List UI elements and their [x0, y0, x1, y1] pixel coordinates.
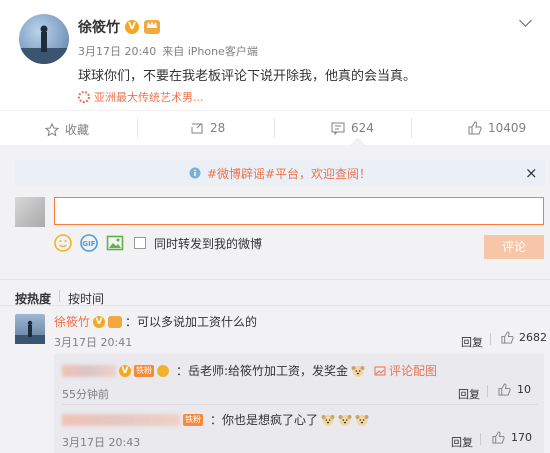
reply-like-button[interactable]: 170 [492, 431, 532, 444]
comment-count: 624 [351, 121, 374, 135]
topic-icon [78, 91, 90, 103]
tab-separator [59, 290, 60, 302]
favorite-button[interactable]: 收藏 [45, 121, 89, 138]
repost-count: 28 [210, 121, 226, 135]
divider [0, 279, 550, 280]
image-icon[interactable] [106, 234, 124, 252]
chevron-down-icon [519, 14, 532, 27]
separator [490, 333, 491, 345]
fan-badge: 铁粉 [134, 364, 154, 377]
emoji-icon[interactable] [54, 234, 72, 252]
verified-v-badge: V [125, 20, 139, 34]
comment-time: 3月17日 20:41 [54, 336, 133, 349]
info-icon [189, 167, 201, 179]
rumor-notice-bar: #微博辟谣#平台，欢迎查阅！ [15, 160, 545, 186]
level-badge-icon [157, 364, 169, 377]
dog-emoji-icon [321, 414, 335, 426]
reply-time: 3月17日 20:43 [62, 436, 141, 449]
avatar-image [15, 320, 45, 344]
comment-reply-button[interactable]: 回复 [461, 334, 483, 350]
thumbs-up-icon [468, 121, 482, 135]
comment-icon [331, 122, 345, 135]
rumor-notice-text[interactable]: #微博辟谣#平台，欢迎查阅！ [207, 165, 371, 182]
post-content: 球球你们，不要在我老板评论下说开除我，他真的会当真。 [78, 69, 417, 84]
reply-time: 55分钟前 [62, 388, 109, 401]
reply-like-count: 10 [517, 383, 531, 396]
reply-reply-button[interactable]: 回复 [458, 386, 480, 402]
post-author-name[interactable]: 徐筱竹 [78, 17, 120, 37]
crown-badge [144, 20, 160, 34]
separator [480, 433, 481, 445]
thumbs-up-icon [492, 431, 505, 444]
my-avatar [15, 197, 45, 227]
repost-button[interactable]: 28 [190, 121, 225, 135]
comment-image-link[interactable]: 评论配图 [389, 362, 437, 379]
comment-body: 徐筱竹 V ：可以多说加工资什么的 [54, 313, 257, 330]
thumbs-up-icon [498, 383, 511, 396]
image-link-icon [374, 366, 386, 375]
verified-v-badge: V [119, 364, 131, 377]
submit-comment-button[interactable]: 评论 [484, 235, 544, 259]
topic-link[interactable]: 亚洲最大传统艺术男... [94, 89, 204, 105]
divider [0, 305, 550, 306]
reply-like-button[interactable]: 10 [498, 383, 531, 396]
gif-icon[interactable]: GIF [80, 234, 98, 252]
repost-checkbox-label: 同时转发到我的微博 [154, 236, 263, 251]
like-count: 10409 [488, 121, 527, 135]
blurred-username[interactable] [62, 364, 116, 377]
reply-body: V 铁粉 ：岳老师:给筱竹加工资，发奖金 评论配图 [62, 362, 437, 379]
fan-badge: 铁粉 [183, 413, 203, 426]
dog-emoji-icon [338, 414, 352, 426]
reply-like-count: 170 [511, 431, 532, 444]
avatar-image [19, 25, 69, 64]
commenter-avatar[interactable] [15, 314, 45, 344]
reply-text: ：岳老师:给筱竹加工资，发奖金 [176, 364, 349, 378]
divider [62, 404, 538, 405]
thumbs-up-icon [501, 331, 514, 344]
blurred-username[interactable] [62, 413, 180, 426]
close-icon[interactable]: × [525, 164, 538, 182]
comment-author[interactable]: 徐筱竹 [54, 313, 90, 330]
favorite-label: 收藏 [65, 123, 90, 137]
comment-text: ：可以多说加工资什么的 [125, 315, 258, 329]
post-time[interactable]: 3月17日 20:40 [78, 43, 156, 59]
dog-emoji-icon [351, 365, 365, 377]
verified-v-badge: V [93, 315, 106, 328]
star-icon [45, 122, 59, 137]
dog-emoji-icon [355, 414, 369, 426]
reply-text: ：你也是想疯了心了 [210, 413, 319, 427]
more-options-button[interactable] [519, 14, 532, 27]
repost-checkbox[interactable] [134, 237, 146, 249]
crown-icon [108, 315, 123, 328]
comment-like-count: 2682 [519, 331, 547, 344]
post-source: 来自 iPhone客户端 [162, 45, 258, 58]
comment-input[interactable] [54, 197, 544, 225]
reply-body: 铁粉 ：你也是想疯了心了 [62, 411, 369, 428]
author-avatar[interactable] [19, 14, 69, 64]
crown-icon [147, 21, 157, 28]
svg-text:GIF: GIF [82, 240, 95, 248]
comment-button[interactable]: 624 [331, 121, 374, 135]
repost-icon [191, 123, 203, 134]
reply-reply-button[interactable]: 回复 [451, 434, 473, 450]
comment-like-button[interactable]: 2682 [501, 331, 547, 344]
separator [487, 385, 488, 397]
like-button[interactable]: 10409 [468, 121, 526, 135]
